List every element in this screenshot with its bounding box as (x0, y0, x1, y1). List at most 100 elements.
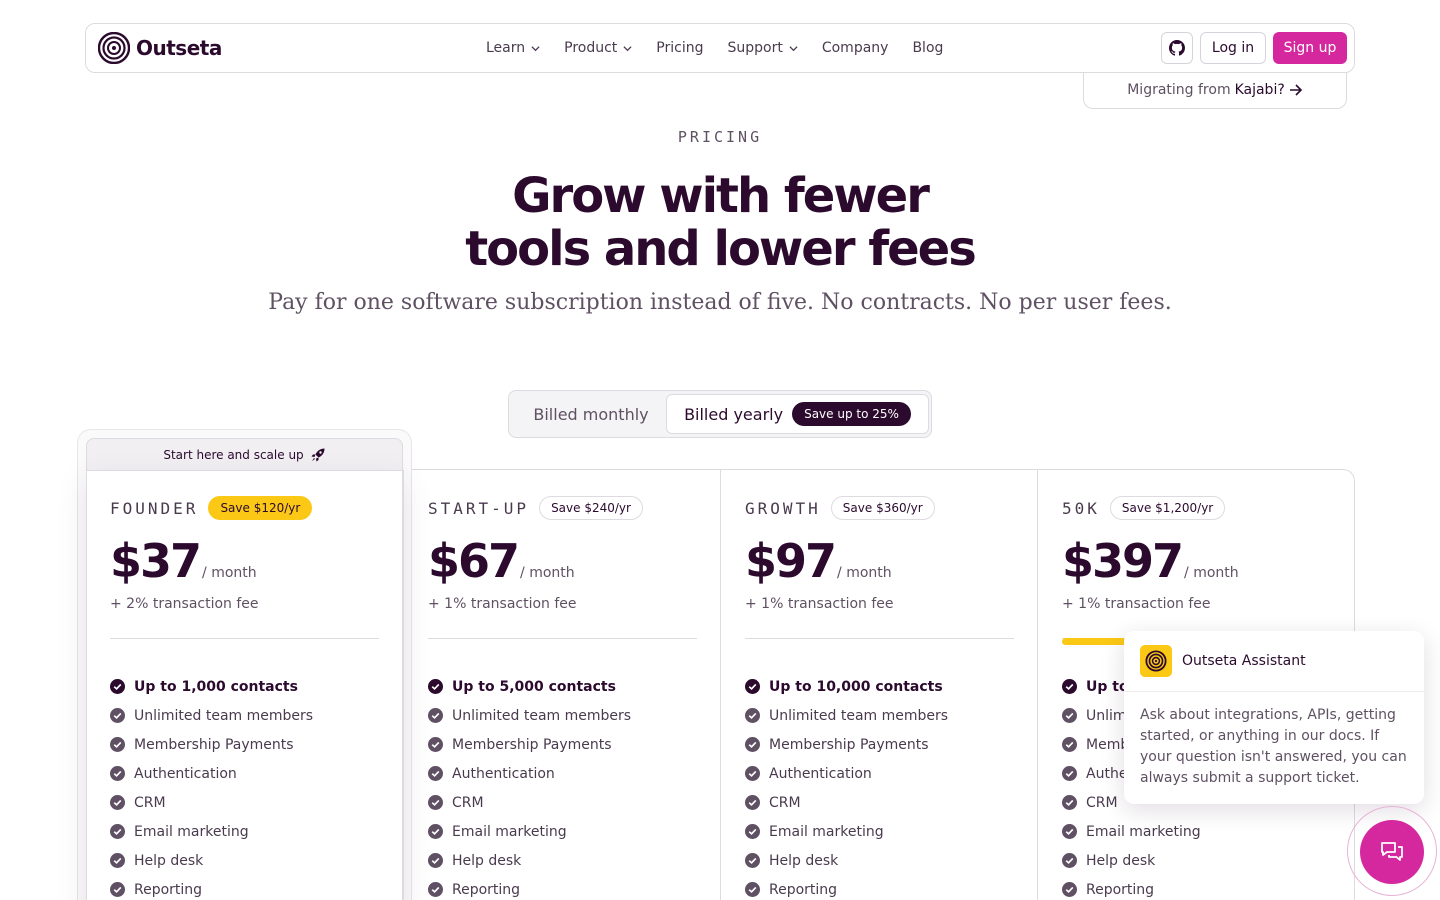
feature-label: Reporting (1086, 881, 1155, 898)
github-icon (1169, 40, 1185, 56)
feature-item: CRM (110, 788, 313, 817)
feature-item: Help desk (1062, 846, 1201, 875)
outseta-logo-icon (1145, 650, 1167, 672)
top-navigation: Outseta Learn Product Pricing Support Co… (85, 23, 1355, 73)
migrate-target: Kajabi? (1234, 81, 1285, 98)
feature-item: Unlimited team members (745, 701, 948, 730)
chevron-down-icon (531, 45, 540, 51)
plan-divider (428, 638, 697, 639)
nav-pricing[interactable]: Pricing (656, 40, 703, 56)
transaction-fee: + 1% transaction fee (428, 596, 577, 612)
check-circle-icon (745, 882, 760, 897)
nav-blog[interactable]: Blog (912, 40, 943, 56)
plan-savings-badge: Save $240/yr (539, 496, 643, 520)
feature-label: Unlimited team members (452, 707, 632, 724)
arrow-right-icon (1289, 83, 1302, 96)
feature-item: Authentication (745, 759, 948, 788)
plan-divider (110, 638, 379, 639)
check-circle-icon (428, 795, 443, 810)
check-circle-icon (110, 737, 125, 752)
feature-item: Email marketing (110, 817, 313, 846)
check-circle-icon (745, 679, 760, 694)
price-amount: $37 (110, 534, 202, 588)
billed-monthly-option[interactable]: Billed monthly (517, 395, 665, 433)
assistant-popup[interactable]: Outseta Assistant Ask about integrations… (1124, 631, 1424, 804)
plan-card-startup: START-UP Save $240/yr $67 / month + 1% t… (403, 470, 720, 900)
plan-header: GROWTH Save $360/yr (745, 496, 935, 520)
billed-yearly-label: Billed yearly (684, 404, 784, 424)
billed-yearly-option[interactable]: Billed yearly Save up to 25% (666, 394, 929, 434)
nav-product[interactable]: Product (564, 40, 632, 56)
github-button[interactable] (1161, 32, 1193, 64)
feature-item: Unlimited team members (110, 701, 313, 730)
check-circle-icon (1062, 737, 1077, 752)
feature-label: Help desk (769, 852, 839, 869)
nav-learn-label: Learn (486, 40, 526, 56)
featured-plan-banner: Start here and scale up (86, 438, 403, 470)
feature-label: Membership Payments (769, 736, 929, 753)
feature-label: Authentication (769, 765, 872, 782)
nav-pricing-label: Pricing (656, 40, 704, 56)
headline-line-1: Grow with fewer (512, 168, 930, 224)
chevron-down-icon (789, 45, 798, 51)
feature-label: Authe (1086, 765, 1128, 782)
login-button[interactable]: Log in (1200, 32, 1266, 64)
assistant-avatar (1140, 645, 1172, 677)
brand-logo[interactable]: Outseta (98, 32, 222, 64)
nav-company[interactable]: Company (822, 40, 889, 56)
feature-item: CRM (428, 788, 631, 817)
check-circle-icon (1062, 708, 1077, 723)
price-amount: $397 (1062, 534, 1184, 588)
assistant-title: Outseta Assistant (1182, 653, 1306, 669)
check-circle-icon (428, 708, 443, 723)
check-circle-icon (428, 853, 443, 868)
plan-price: $397 / month (1062, 534, 1239, 588)
feature-label: Reporting (769, 881, 838, 898)
feature-label: Email marketing (452, 823, 567, 840)
plan-header: FOUNDER Save $120/yr (110, 496, 313, 520)
migrate-prefix: Migrating from (1127, 81, 1231, 98)
page-headline: Grow with fewer tools and lower fees (0, 170, 1440, 276)
check-circle-icon (428, 737, 443, 752)
chat-launcher-button[interactable] (1360, 820, 1424, 884)
signup-button[interactable]: Sign up (1273, 32, 1347, 64)
feature-label: Help desk (452, 852, 522, 869)
section-eyebrow: PRICING (677, 128, 763, 146)
plan-header: START-UP Save $240/yr (428, 496, 643, 520)
price-period: / month (202, 565, 257, 581)
check-circle-icon (110, 766, 125, 781)
feature-label: Authentication (134, 765, 237, 782)
feature-item: Email marketing (428, 817, 631, 846)
feature-list: Up to 10,000 contacts Unlimited team mem… (745, 672, 948, 900)
feature-item: Up to 5,000 contacts (428, 672, 631, 701)
nav-learn[interactable]: Learn (486, 40, 540, 56)
plan-price: $37 / month (110, 534, 257, 588)
check-circle-icon (1062, 679, 1077, 694)
feature-list: Up to 1,000 contacts Unlimited team memb… (110, 672, 313, 900)
plan-name: START-UP (428, 498, 530, 518)
price-amount: $97 (745, 534, 837, 588)
feature-item: Unlimited team members (428, 701, 631, 730)
rocket-icon (311, 448, 325, 461)
check-circle-icon (110, 679, 125, 694)
nav-links: Learn Product Pricing Support Company Bl… (486, 24, 943, 72)
migrate-banner[interactable]: Migrating from Kajabi? (1083, 71, 1347, 109)
feature-list: Up to 5,000 contacts Unlimited team memb… (428, 672, 631, 900)
transaction-fee: + 2% transaction fee (110, 596, 259, 612)
check-circle-icon (110, 708, 125, 723)
feature-label: Up to 1,000 contacts (134, 678, 298, 695)
nav-support[interactable]: Support (728, 40, 798, 56)
plan-header: 50K Save $1,200/yr (1062, 496, 1226, 520)
check-circle-icon (1062, 853, 1077, 868)
feature-item: Up to 10,000 contacts (745, 672, 948, 701)
feature-label: CRM (769, 794, 801, 811)
feature-label: Up to 10,000 contacts (769, 678, 943, 695)
feature-label: Up to 5,000 contacts (452, 678, 616, 695)
plan-price: $97 / month (745, 534, 892, 588)
feature-item: Up to 1,000 contacts (110, 672, 313, 701)
check-circle-icon (1062, 766, 1077, 781)
plan-savings-badge: Save $360/yr (830, 496, 935, 520)
check-circle-icon (745, 708, 760, 723)
transaction-fee: + 1% transaction fee (745, 596, 894, 612)
check-circle-icon (110, 824, 125, 839)
